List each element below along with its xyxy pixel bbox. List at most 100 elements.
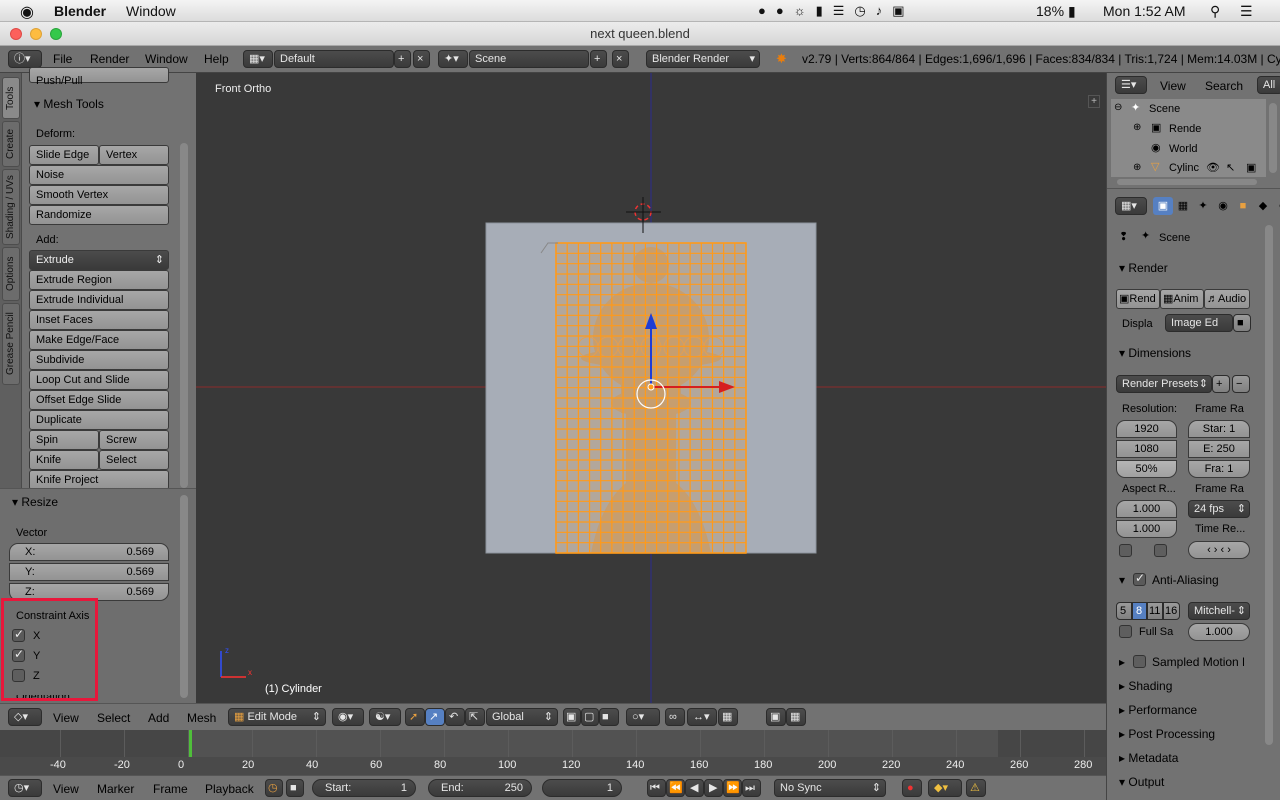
knife-button[interactable]: Knife [29,450,99,470]
sampled-motion-panel-header[interactable]: ▸ [1119,655,1125,669]
filter-size-field[interactable]: 1.000 [1188,623,1250,641]
timeline[interactable]: -40 -20 0 20 40 60 80 100 120 140 160 180 200 220 240 2… [0,730,1106,775]
close-window-button[interactable] [10,28,22,40]
remove-preset-button[interactable]: − [1232,375,1250,393]
modifiers-context-icon[interactable]: ◆ [1253,197,1273,215]
properties-scrollbar[interactable] [1265,225,1273,745]
start-frame-field[interactable]: Start: 1 [312,779,416,797]
add-layout-button[interactable]: + [394,50,411,68]
tab-shading-uvs[interactable]: Shading / UVs [2,169,20,245]
spin-button[interactable]: Spin [29,430,99,450]
aspect-y-field[interactable]: 1.000 [1116,520,1177,538]
lock-range-icon[interactable]: ■ [286,779,304,797]
screw-button[interactable]: Screw [99,430,169,450]
resize-y-field[interactable]: Y: 0.569 [9,563,169,581]
pin-icon[interactable]: ❢ [1119,230,1128,243]
push-pull-button[interactable]: Push/Pull [29,67,169,87]
aa-samples-11[interactable]: 11 [1147,602,1163,620]
randomize-button[interactable]: Randomize [29,205,169,225]
snap-toggle-icon[interactable]: ∞ [665,708,685,726]
scene-icon[interactable]: ✦▾ [438,50,468,68]
editor-type-3d-button[interactable]: ◇▾ [8,708,42,726]
render-button[interactable]: ▣Rend [1116,289,1160,309]
extrude-select[interactable]: Extrude ⇕ [29,250,169,270]
performance-panel-header[interactable]: ▸ Performance [1119,703,1197,717]
slide-edge-button[interactable]: Slide Edge [29,145,99,165]
object-context-icon[interactable]: ■ [1233,197,1253,215]
aa-samples-16[interactable]: 16 [1163,602,1180,620]
tl-playback-menu[interactable]: Playback [205,782,254,796]
mode-select[interactable]: ▦ Edit Mode ⇕ [228,708,326,726]
offset-edge-slide-button[interactable]: Offset Edge Slide [29,390,169,410]
resize-x-field[interactable]: X: 0.569 [9,543,169,561]
apple-icon[interactable]: ◉ [20,2,34,22]
resize-panel-header[interactable]: ▾ Resize [12,495,58,509]
constraints-context-icon[interactable]: ∞ [1273,197,1280,215]
sync-mode-select[interactable]: No Sync ⇕ [774,779,886,797]
extrude-individual-button[interactable]: Extrude Individual [29,290,169,310]
face-select-icon[interactable]: ■ [599,708,619,726]
vertex-button[interactable]: Vertex [99,145,169,165]
expand-icon[interactable]: ⊕ [1133,122,1141,133]
tl-marker-menu[interactable]: Marker [97,782,134,796]
play-reverse-button[interactable]: ◀ [685,779,704,797]
viewport-canvas[interactable]: z x [196,73,1106,703]
jump-start-button[interactable]: ⏮ [647,779,666,797]
edge-select-icon[interactable]: ▢ [581,708,599,726]
outliner-view-menu[interactable]: View [1160,79,1186,93]
menu-file[interactable]: File [53,52,72,66]
spotlight-icon[interactable]: ⚲ [1210,3,1220,20]
aa-samples-5[interactable]: 5 [1116,602,1132,620]
outliner-scrollbar[interactable] [1269,103,1277,173]
resolution-percent-field[interactable]: 50% [1116,460,1177,478]
outliner-search-menu[interactable]: Search [1205,79,1243,93]
render-presets-select[interactable]: Render Presets ⇕ [1116,375,1212,393]
menu-help[interactable]: Help [204,52,229,66]
time-remap-fields[interactable]: ‹ › ‹ › [1188,541,1250,559]
tab-options[interactable]: Options [2,247,20,301]
editor-type-properties-button[interactable]: ▦▾ [1115,197,1147,215]
display-select[interactable]: Image Ed [1165,314,1233,332]
outliner-cylinder[interactable]: Cylinc [1169,162,1199,174]
manipulator-toggle-icon[interactable]: ➚ [405,708,425,726]
keying-set-select[interactable]: ◆▾ [928,779,962,797]
translate-manipulator-icon[interactable]: ↗ [425,708,445,726]
opengl-render-icon[interactable]: ▣ [766,708,786,726]
tab-grease-pencil[interactable]: Grease Pencil [2,303,20,385]
render-panel-header[interactable]: ▾ Render [1119,261,1168,275]
anti-aliasing-panel-header[interactable]: ▾ [1119,573,1125,587]
end-frame-field[interactable]: End: 250 [428,779,532,797]
opengl-anim-icon[interactable]: ▦ [786,708,806,726]
jump-end-button[interactable]: ⏭ [742,779,761,797]
app-menu[interactable]: Blender [54,3,106,19]
crop-checkbox[interactable] [1154,544,1167,557]
visibility-eye-icon[interactable]: 👁 [1206,161,1220,174]
aa-filter-select[interactable]: Mitchell- ⇕ [1188,602,1250,620]
outliner-scene[interactable]: Scene [1149,103,1180,115]
make-edge-face-button[interactable]: Make Edge/Face [29,330,169,350]
snap-element-icon[interactable]: ▦ [718,708,738,726]
editor-type-timeline-button[interactable]: ◷▾ [8,779,42,797]
duplicate-button[interactable]: Duplicate [29,410,169,430]
border-checkbox[interactable] [1119,544,1132,557]
noise-button[interactable]: Noise [29,165,169,185]
renderability-camera-icon[interactable]: ▣ [1246,161,1256,174]
battery-icon[interactable]: ▮ [1068,3,1076,20]
mirror-icon[interactable]: ↔▾ [687,708,717,726]
outliner-render-layers[interactable]: Rende [1169,123,1201,135]
remove-layout-button[interactable]: × [413,50,430,68]
window-menu[interactable]: Window [126,3,176,19]
frame-step-field[interactable]: Fra: 1 [1188,460,1250,478]
next-keyframe-button[interactable]: ⏩ [723,779,742,797]
resize-panel-scrollbar[interactable] [180,495,188,698]
collapse-icon[interactable]: ⊖ [1114,102,1122,113]
sampled-motion-checkbox[interactable] [1133,655,1146,668]
frame-end-field[interactable]: E: 250 [1188,440,1250,458]
knife-select-button[interactable]: Select [99,450,169,470]
frame-start-field[interactable]: Star: 1 [1188,420,1250,438]
tab-tools[interactable]: Tools [2,77,20,119]
smooth-vertex-button[interactable]: Smooth Vertex [29,185,169,205]
tool-shelf-scrollbar[interactable] [180,143,188,488]
editor-type-info-button[interactable]: ⓘ▾ [8,50,42,68]
tab-create[interactable]: Create [2,121,20,167]
